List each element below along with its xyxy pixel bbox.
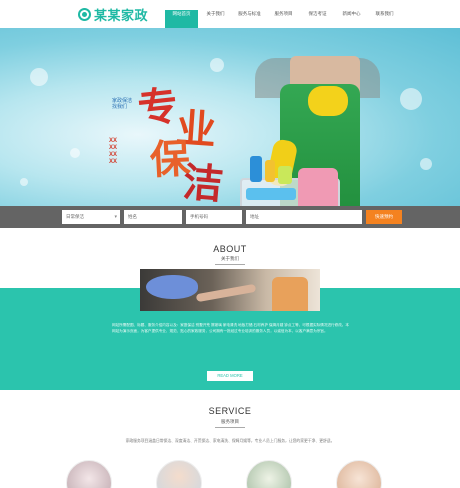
name-input[interactable]: 姓名 <box>124 210 182 224</box>
phone-input[interactable]: 手机号码 <box>186 210 242 224</box>
cloth-icon <box>246 188 296 200</box>
service-subtitle: 服务项目 <box>221 419 239 424</box>
nav-item-home[interactable]: 网站首页 <box>165 10 198 28</box>
banner-slogan: 家政保洁 找我们 <box>112 98 133 110</box>
booking-bar: 日常保洁 姓名 手机号码 地址 快速预约 <box>0 206 460 228</box>
address-input[interactable]: 地址 <box>246 210 362 224</box>
nav-item-about[interactable]: 关于我们 <box>199 10 232 28</box>
title-divider <box>215 427 245 428</box>
bokeh-decoration <box>30 68 48 86</box>
hero-banner: 家政保洁 找我们 XXXXXXXX 专 业 保 洁 <box>0 28 460 206</box>
service-item-image[interactable] <box>66 460 112 488</box>
bottle-icon <box>250 156 262 182</box>
logo-text: 某某家政 <box>94 9 149 24</box>
service-item-image[interactable] <box>246 460 292 488</box>
yellow-glove <box>308 86 348 116</box>
logo-icon <box>78 8 91 21</box>
bokeh-decoration <box>20 178 28 186</box>
bokeh-decoration <box>420 158 432 170</box>
site-header: 某某家政 网站首页 关于我们 服务与标准 服务项目 保洁考证 新闻中心 联系我们 <box>0 0 460 28</box>
main-nav: 网站首页 关于我们 服务与标准 服务项目 保洁考证 新闻中心 联系我们 <box>165 0 401 28</box>
about-title: ABOUT <box>213 244 247 254</box>
service-item-image[interactable] <box>336 460 382 488</box>
calligraphy-char: 洁 <box>181 158 226 206</box>
service-text: 家政服务项目涵盖日常保洁、深度清洁、开荒保洁、家电清洗、保姆月嫂等，专业人员上门… <box>125 439 335 443</box>
nav-item-certification[interactable]: 保洁考证 <box>301 10 334 28</box>
read-more-button[interactable]: READ MORE <box>207 371 253 381</box>
bokeh-decoration <box>400 88 422 110</box>
service-title: SERVICE <box>208 406 252 416</box>
banner-phone: XXXXXXXX <box>109 138 118 165</box>
pink-cloth <box>298 168 338 206</box>
about-text: 网站所需配图、标题、服务介绍内容以及：家庭保洁 别墅开荒 擦玻璃 家电清洗 地板… <box>112 323 349 334</box>
service-type-select[interactable]: 日常保洁 <box>62 210 120 224</box>
arm-shape <box>195 283 257 303</box>
about-image <box>140 269 320 311</box>
logo[interactable]: 某某家政 <box>78 5 148 24</box>
book-now-button[interactable]: 快速预约 <box>366 210 402 224</box>
about-subtitle: 关于我们 <box>221 256 239 261</box>
title-divider <box>215 264 245 265</box>
bottle-icon <box>265 160 275 182</box>
nav-item-contact[interactable]: 联系我们 <box>369 10 400 28</box>
apron-shape <box>272 277 308 311</box>
calligraphy-char: 专 <box>135 82 181 133</box>
sponge-icon <box>278 166 292 184</box>
bokeh-decoration <box>210 58 224 72</box>
service-item-image[interactable] <box>156 460 202 488</box>
bokeh-decoration <box>70 148 80 158</box>
page: 某某家政 网站首页 关于我们 服务与标准 服务项目 保洁考证 新闻中心 联系我们… <box>0 0 460 488</box>
nav-item-news[interactable]: 新闻中心 <box>335 10 368 28</box>
nav-item-services[interactable]: 服务项目 <box>267 10 300 28</box>
nav-item-standards[interactable]: 服务与标准 <box>233 10 266 28</box>
duster-icon <box>146 275 198 299</box>
